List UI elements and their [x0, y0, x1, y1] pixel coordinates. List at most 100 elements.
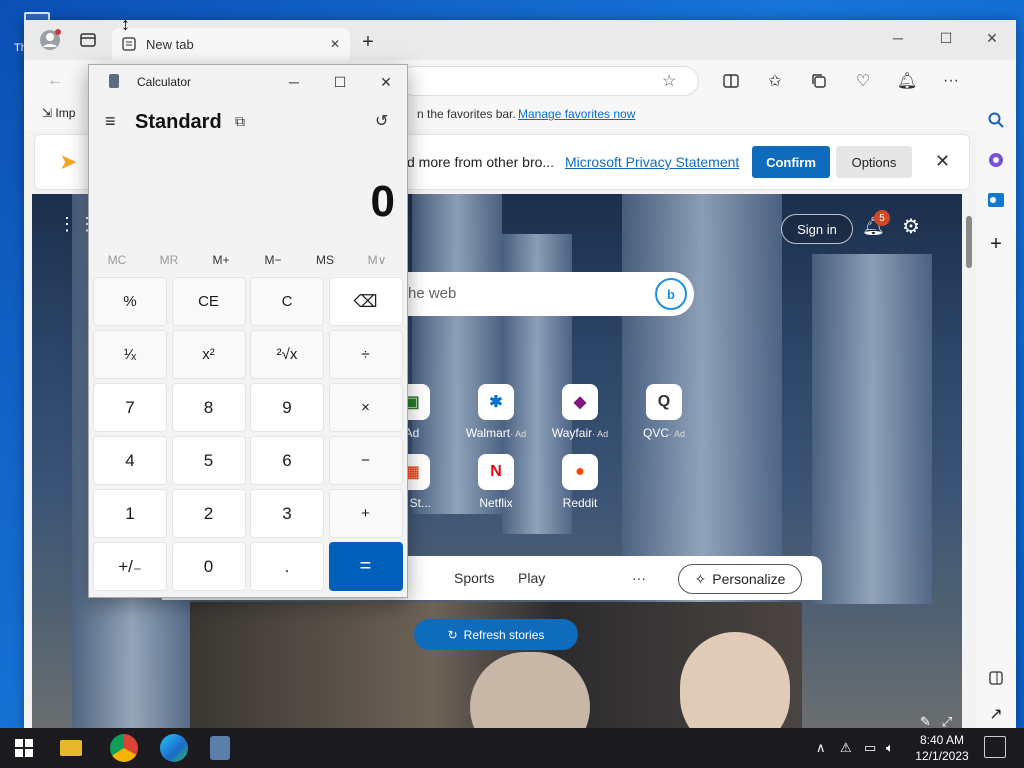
- notification-bell-icon[interactable]: 🔔︎ 5: [862, 210, 890, 237]
- edge-icon[interactable]: [160, 734, 188, 762]
- search-icon[interactable]: [982, 106, 1010, 134]
- key-percent-button[interactable]: %: [93, 277, 167, 326]
- new-tab-page-icon: [122, 37, 136, 51]
- memory-subtract-button[interactable]: M−: [247, 253, 299, 267]
- calc-close-icon[interactable]: ✕: [371, 71, 401, 93]
- minimize-icon[interactable]: ─: [876, 24, 920, 52]
- web-search-box[interactable]: he web b: [382, 272, 694, 316]
- quick-link-qvc[interactable]: Q QVC· Ad: [624, 384, 704, 440]
- external-link-icon[interactable]: ↗: [982, 700, 1010, 728]
- feed-more-icon[interactable]: ···: [632, 570, 646, 586]
- tab-close-icon[interactable]: ✕: [330, 37, 340, 51]
- key-four-button[interactable]: 4: [93, 436, 167, 485]
- calculator-app-icon: [109, 74, 119, 88]
- options-button[interactable]: Options: [836, 146, 912, 178]
- tab-new-tab[interactable]: New tab ✕: [112, 28, 350, 60]
- quick-link-netflix[interactable]: N Netflix: [456, 454, 536, 510]
- navigation-menu-icon[interactable]: ≡: [105, 111, 116, 132]
- key-reciprocal-button[interactable]: ¹⁄ₓ: [93, 330, 167, 379]
- memory-add-button[interactable]: M+: [195, 253, 247, 267]
- network-icon[interactable]: ▭: [864, 740, 876, 756]
- add-sidebar-app-icon[interactable]: +: [982, 230, 1010, 258]
- copilot-sidebar-icon[interactable]: [982, 146, 1010, 174]
- collections-icon[interactable]: [804, 66, 834, 96]
- calculator-taskbar-icon[interactable]: [210, 736, 230, 760]
- mouse-cursor-icon: ↕: [121, 14, 130, 34]
- history-icon[interactable]: ↺: [375, 111, 388, 131]
- key-add-button[interactable]: +: [328, 489, 403, 538]
- profile-avatar-icon[interactable]: [36, 26, 64, 54]
- memory-recall-button[interactable]: MR: [143, 253, 195, 267]
- favorite-star-icon[interactable]: ☆: [662, 71, 676, 91]
- calculator-title-bar: Calculator ─ ☐ ✕: [89, 65, 407, 97]
- maximize-icon[interactable]: ☐: [924, 24, 968, 52]
- back-icon[interactable]: ←: [40, 66, 70, 96]
- key-eight-button[interactable]: 8: [171, 383, 246, 432]
- sign-in-button[interactable]: Sign in: [781, 214, 853, 244]
- manage-favorites-link[interactable]: Manage favorites now: [518, 107, 635, 121]
- file-explorer-icon[interactable]: [60, 740, 82, 756]
- key-backspace-button[interactable]: ⌫: [328, 277, 403, 326]
- notifications-icon[interactable]: 🔔︎: [892, 66, 922, 96]
- expand-background-icon[interactable]: ✎ ⤢: [920, 714, 952, 728]
- new-tab-button[interactable]: +: [354, 28, 382, 56]
- show-hidden-icons-icon[interactable]: ∧: [816, 740, 826, 756]
- key-clear-button[interactable]: C: [250, 277, 324, 326]
- confirm-button[interactable]: Confirm: [752, 146, 830, 178]
- key-subtract-button[interactable]: −: [328, 436, 403, 485]
- vertical-tabs-icon[interactable]: [74, 26, 102, 54]
- page-scrollbar[interactable]: [964, 204, 974, 724]
- refresh-stories-button[interactable]: ↻ Refresh stories: [414, 619, 578, 650]
- outlook-icon[interactable]: [982, 186, 1010, 214]
- key-two-button[interactable]: 2: [171, 489, 246, 538]
- volume-icon[interactable]: 🔈︎: [886, 740, 894, 756]
- quick-link-reddit[interactable]: ● Reddit: [540, 454, 620, 510]
- import-favorites-icon[interactable]: ⇲ Imp: [42, 106, 75, 120]
- key-five-button[interactable]: 5: [171, 436, 246, 485]
- key-three-button[interactable]: 3: [250, 489, 324, 538]
- key-zero-button[interactable]: 0: [171, 542, 246, 591]
- personalize-button[interactable]: ✧ Personalize: [678, 564, 802, 594]
- key-square-root-button[interactable]: ²√x: [250, 330, 324, 379]
- action-center-icon[interactable]: [984, 736, 1006, 758]
- system-clock[interactable]: 8:40 AM 12/1/2023: [912, 732, 972, 764]
- favorites-icon[interactable]: ✩: [760, 66, 790, 96]
- key-equals-button[interactable]: =: [328, 542, 403, 591]
- quick-link-walmart[interactable]: ✱ Walmart· Ad: [456, 384, 536, 440]
- feed-tab-play[interactable]: Play: [518, 570, 545, 586]
- key-seven-button[interactable]: 7: [93, 383, 167, 432]
- start-windows-icon[interactable]: [10, 734, 38, 762]
- privacy-statement-link[interactable]: Microsoft Privacy Statement: [565, 154, 739, 170]
- security-icon[interactable]: ⚠: [840, 740, 852, 756]
- key-multiply-button[interactable]: ×: [328, 383, 403, 432]
- quick-link-wayfair[interactable]: ◆ Wayfair· Ad: [540, 384, 620, 440]
- key-nine-button[interactable]: 9: [250, 383, 324, 432]
- memory-store-button[interactable]: MS: [299, 253, 351, 267]
- key-one-button[interactable]: 1: [93, 489, 167, 538]
- memory-clear-button[interactable]: MC: [91, 253, 143, 267]
- key-divide-button[interactable]: ÷: [328, 330, 403, 379]
- import-favorites-label: Imp: [55, 106, 76, 120]
- address-bar[interactable]: ☆: [399, 66, 699, 96]
- split-screen-icon[interactable]: [716, 66, 746, 96]
- calc-maximize-icon[interactable]: ☐: [325, 71, 355, 93]
- window-close-icon[interactable]: ✕: [970, 24, 1014, 52]
- key-clear-entry-button[interactable]: CE: [171, 277, 246, 326]
- key-six-button[interactable]: 6: [250, 436, 324, 485]
- calc-minimize-icon[interactable]: ─: [279, 71, 309, 93]
- settings-gear-icon[interactable]: ⚙: [902, 214, 920, 239]
- key-negate-button[interactable]: +/₋: [93, 542, 167, 591]
- feed-tab-sports[interactable]: Sports: [454, 570, 494, 586]
- hide-sidebar-icon[interactable]: [982, 664, 1010, 692]
- banner-close-icon[interactable]: ✕: [935, 151, 950, 172]
- more-options-icon[interactable]: ···: [936, 66, 966, 96]
- key-decimal-button[interactable]: .: [250, 542, 324, 591]
- browser-essentials-icon[interactable]: ♡: [848, 66, 878, 96]
- chrome-icon[interactable]: [110, 734, 138, 762]
- key-square-button[interactable]: x²: [171, 330, 246, 379]
- news-story-image[interactable]: ↻ Refresh stories: [190, 602, 802, 728]
- calculator-mode: Standard: [135, 111, 222, 133]
- keep-on-top-icon[interactable]: ⧉: [235, 113, 245, 130]
- memory-list-button[interactable]: M∨: [351, 253, 403, 267]
- bing-icon[interactable]: b: [655, 278, 687, 310]
